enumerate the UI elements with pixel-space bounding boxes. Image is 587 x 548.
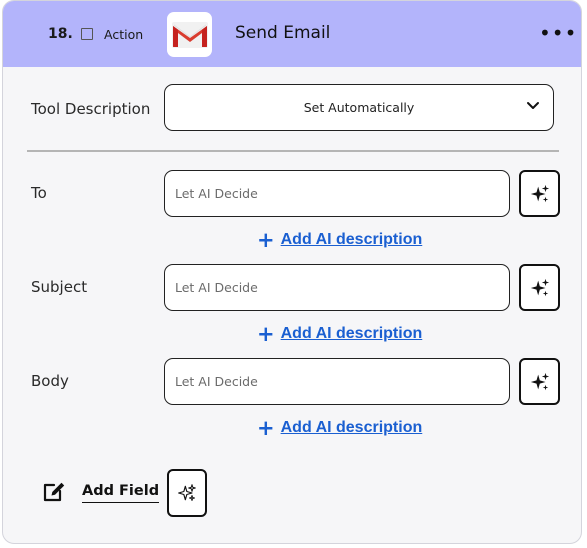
body-add-ai-description[interactable]: + Add AI description [257, 416, 423, 440]
section-divider [27, 150, 559, 152]
add-ai-description-link[interactable]: Add AI description [281, 325, 423, 343]
step-number: 18. [48, 26, 73, 42]
add-ai-description-link[interactable]: Add AI description [281, 231, 423, 249]
action-card: 18. Action Send Email ••• Tool Descripti… [2, 0, 582, 544]
add-field-button[interactable]: Add Field [82, 483, 160, 503]
sparkles-icon [530, 278, 549, 296]
action-type-label: Action [104, 27, 144, 42]
tool-description-select[interactable]: Set Automatically [164, 84, 554, 131]
more-horizontal-icon[interactable]: ••• [539, 23, 577, 43]
subject-ai-button[interactable] [519, 264, 560, 311]
sparkles-icon [178, 484, 196, 501]
subject-add-ai-description[interactable]: + Add AI description [257, 322, 423, 346]
tool-description-label: Tool Description [31, 100, 151, 118]
plus-icon: + [257, 416, 275, 440]
field-label-to: To [31, 184, 47, 202]
action-header: 18. Action Send Email ••• [3, 1, 581, 67]
to-add-ai-description[interactable]: + Add AI description [257, 228, 423, 252]
edit-icon[interactable] [42, 481, 66, 507]
field-label-subject: Subject [31, 278, 88, 296]
step-checkbox[interactable] [81, 28, 93, 40]
plus-icon: + [257, 322, 275, 346]
add-ai-description-link[interactable]: Add AI description [281, 419, 423, 437]
subject-input[interactable] [164, 264, 510, 311]
sparkles-icon [530, 184, 549, 202]
add-field-ai-button[interactable] [167, 469, 207, 517]
body-input[interactable] [164, 358, 510, 405]
to-ai-button[interactable] [519, 170, 560, 217]
body-ai-button[interactable] [519, 358, 560, 405]
gmail-icon [167, 12, 212, 57]
sparkles-icon [530, 372, 549, 390]
tool-description-value: Set Automatically [303, 100, 415, 115]
plus-icon: + [257, 228, 275, 252]
field-label-body: Body [31, 372, 69, 390]
app-title: Send Email [235, 23, 331, 43]
to-input[interactable] [164, 170, 510, 217]
chevron-down-icon [526, 96, 540, 115]
